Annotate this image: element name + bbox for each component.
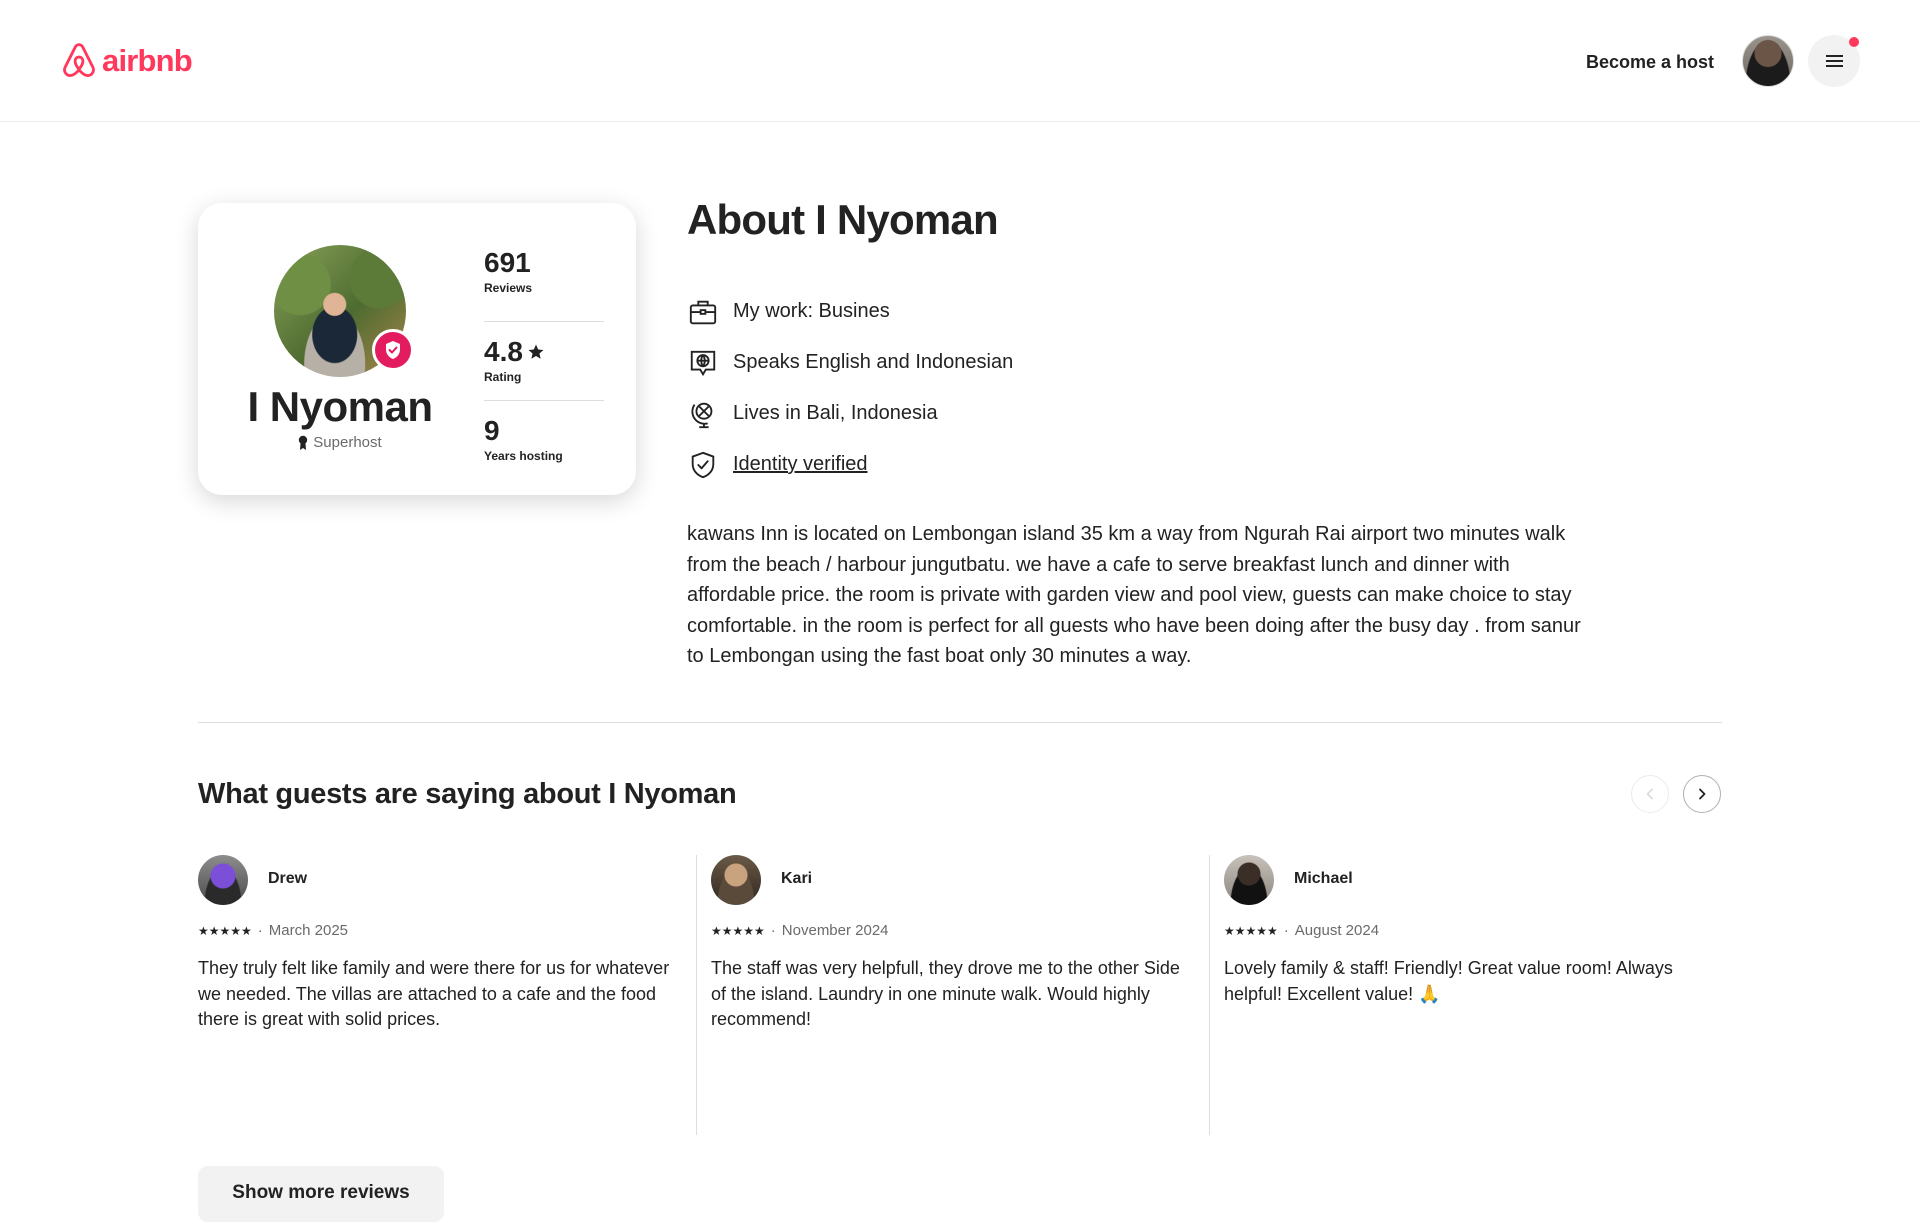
reviewer-avatar <box>1224 855 1274 905</box>
stat-reviews: 691 Reviews <box>484 243 604 322</box>
stat-label: Years hosting <box>484 449 563 463</box>
fact-text: My work: Busines <box>733 300 890 322</box>
host-bio: kawans Inn is located on Lembongan islan… <box>687 523 1581 667</box>
fact-text: Speaks English and Indonesian <box>733 351 1014 373</box>
review-date: March 2025 <box>268 922 349 939</box>
review-meta: ★★★★★ · March 2025 <box>198 922 348 939</box>
chevron-right-icon <box>1699 788 1706 800</box>
chevron-left-icon <box>1646 788 1653 800</box>
logo-text: airbnb <box>102 43 193 78</box>
review-text: Lovely family & staff! Friendly! Great v… <box>1224 958 1673 1004</box>
user-avatar[interactable] <box>1742 35 1794 87</box>
become-a-host-link[interactable]: Become a host <box>1570 38 1730 86</box>
reviews-next-button[interactable] <box>1683 775 1721 813</box>
stat-value: 9 <box>484 415 500 446</box>
stat-rating: 4.8 Rating <box>484 322 604 401</box>
fact-work: My work: Busines <box>687 286 1013 337</box>
host-profile-card: I Nyoman Superhost 691 Reviews 4.8 Ratin… <box>198 203 636 495</box>
star-icon <box>528 344 544 359</box>
hamburger-menu-icon <box>1825 55 1843 67</box>
reviews-title: What guests are saying about I Nyoman <box>198 778 737 810</box>
stat-value: 691 <box>484 247 531 278</box>
language-globe-icon <box>687 347 719 379</box>
superhost-text: Superhost <box>313 434 382 451</box>
star-rating-icon: ★★★★★ <box>711 923 765 938</box>
review-meta: ★★★★★ · August 2024 <box>1224 922 1379 939</box>
star-rating-icon: ★★★★★ <box>198 923 252 938</box>
fact-languages: Speaks English and Indonesian <box>687 337 1013 388</box>
reviewer-name: Kari <box>781 870 813 887</box>
stat-years-hosting: 9 Years hosting <box>484 401 604 480</box>
host-name: I Nyoman <box>247 383 433 430</box>
airbnb-logo[interactable]: airbnb <box>60 40 193 82</box>
review-card: Drew ★★★★★ · March 2025 They truly felt … <box>198 855 684 1135</box>
stat-value: 4.8 <box>484 336 604 368</box>
show-more-reviews-button[interactable]: Show more reviews <box>198 1166 444 1222</box>
briefcase-icon <box>687 296 719 328</box>
review-date: November 2024 <box>781 922 889 939</box>
stat-label: Reviews <box>484 281 533 295</box>
review-meta: ★★★★★ · November 2024 <box>711 922 889 939</box>
airbnb-logo-icon <box>63 43 95 78</box>
notification-dot <box>1849 37 1859 47</box>
review-text: They truly felt like family and were the… <box>198 958 670 1029</box>
about-title: About I Nyoman <box>687 196 999 243</box>
host-facts-list: My work: Busines Speaks English and Indo… <box>687 286 1013 490</box>
globe-stand-icon <box>687 398 719 430</box>
review-card-content: Michael ★★★★★ · August 2024 Lovely famil… <box>1224 855 1714 1135</box>
review-text: The staff was very helpfull, they drove … <box>711 958 1180 1029</box>
shield-check-icon <box>687 449 719 481</box>
review-card: Michael ★★★★★ · August 2024 Lovely famil… <box>1209 855 1710 1135</box>
reviewer-name: Michael <box>1294 870 1353 887</box>
reviewer-avatar <box>198 855 248 905</box>
reviewer-avatar <box>711 855 761 905</box>
meta-separator: · <box>1283 922 1289 939</box>
host-stats: 691 Reviews 4.8 Rating 9 Years hosting <box>484 243 604 480</box>
stat-label: Rating <box>484 370 522 384</box>
fact-location: Lives in Bali, Indonesia <box>687 388 1013 439</box>
review-card-content: Kari ★★★★★ · November 2024 The staff was… <box>711 855 1201 1135</box>
verified-shield-icon <box>386 341 400 359</box>
reviews-prev-button[interactable] <box>1631 775 1669 813</box>
review-date: August 2024 <box>1294 922 1380 939</box>
fact-identity-verified[interactable]: Identity verified <box>687 439 1013 490</box>
star-rating-icon: ★★★★★ <box>1224 923 1278 938</box>
meta-separator: · <box>257 922 263 939</box>
identity-verified-link[interactable]: Identity verified <box>733 453 868 476</box>
superhost-label: Superhost <box>198 434 482 451</box>
review-card: Kari ★★★★★ · November 2024 The staff was… <box>696 855 1197 1135</box>
section-divider <box>198 722 1722 723</box>
reviewer-name: Drew <box>268 870 308 887</box>
meta-separator: · <box>770 922 776 939</box>
fact-text: Lives in Bali, Indonesia <box>733 402 938 424</box>
top-navigation-bar: airbnb Become a host <box>0 0 1920 122</box>
verified-badge <box>372 329 414 371</box>
superhost-medal-icon <box>299 435 308 450</box>
